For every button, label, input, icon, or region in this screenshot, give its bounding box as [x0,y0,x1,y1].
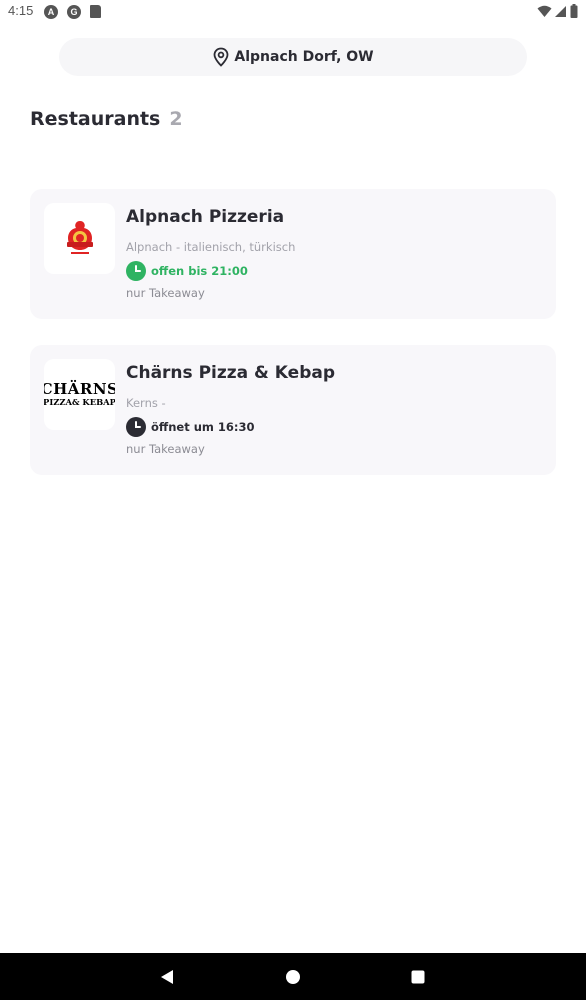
restaurant-count: 2 [169,108,183,130]
opening-status: offen bis 21:00 [126,261,248,281]
opening-status-label: öffnet um 16:30 [151,420,255,434]
android-notification-icon: A [44,5,58,19]
recents-icon [411,970,425,983]
recents-button[interactable] [394,953,442,1000]
home-button[interactable] [269,953,317,1000]
restaurant-logo [44,203,115,274]
battery-icon [570,4,578,18]
status-bar: 4:15 A G [0,0,586,24]
service-type: nur Takeaway [126,442,205,456]
signal-icon [555,5,566,17]
restaurant-logo: CHÄRNS PIZZA& KEBAP [44,359,115,430]
location-label: Alpnach Dorf, OW [234,49,374,65]
restaurant-location-cuisine: Alpnach - italienisch, türkisch [126,240,296,254]
location-selector[interactable]: Alpnach Dorf, OW [59,38,527,76]
charns-logo-bottom: PIZZA& KEBAP [44,397,115,407]
location-pin-icon [213,47,229,67]
charns-logo-top: CHÄRNS [44,380,115,398]
opening-status-label: offen bis 21:00 [151,264,248,278]
restaurant-name: Chärns Pizza & Kebap [126,363,335,383]
google-photos-icon: G [67,5,81,19]
back-icon [161,969,173,984]
charns-logo: CHÄRNS PIZZA& KEBAP [44,380,115,408]
back-button[interactable] [143,953,191,1000]
service-type: nur Takeaway [126,286,205,300]
restaurant-location-cuisine: Kerns - [126,396,166,410]
wifi-icon [537,5,552,17]
restaurant-card[interactable]: Alpnach Pizzeria Alpnach - italienisch, … [30,189,556,319]
status-time: 4:15 [8,3,34,18]
navigation-bar [0,953,586,1000]
section-title: Restaurants [30,108,161,130]
home-icon [286,969,300,984]
clock-icon [126,417,146,437]
restaurants-heading: Restaurants 2 [30,108,183,130]
opening-status: öffnet um 16:30 [126,417,254,437]
clock-icon [126,261,146,281]
alpnach-pizzeria-logo-icon [66,220,93,254]
restaurant-card[interactable]: CHÄRNS PIZZA& KEBAP Chärns Pizza & Kebap… [30,345,556,475]
sd-card-icon [90,5,101,18]
restaurant-name: Alpnach Pizzeria [126,207,285,227]
